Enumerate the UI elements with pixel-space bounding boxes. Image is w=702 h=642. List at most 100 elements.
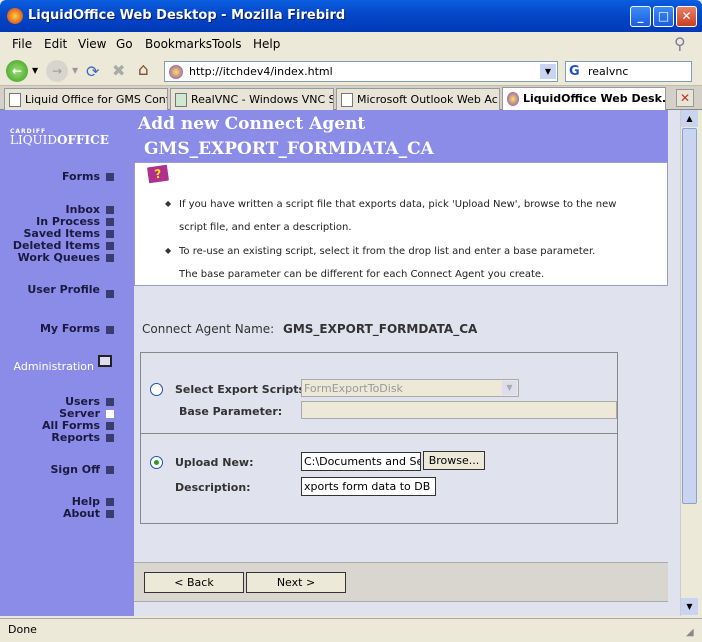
menu-tools[interactable]: Tools: [212, 37, 242, 51]
page-title: Add new Connect Agent: [138, 114, 366, 134]
menu-go[interactable]: Go: [116, 37, 133, 51]
saved-items-bullet-icon: [106, 230, 114, 238]
back-arrow-icon[interactable]: ←: [6, 60, 28, 82]
vertical-scrollbar[interactable]: ▲ ▼: [680, 110, 698, 616]
forward-arrow-icon[interactable]: →: [46, 60, 68, 82]
user-profile-bullet-icon: [106, 290, 114, 298]
work-queues-bullet-icon: [106, 254, 114, 262]
all-forms-bullet-icon: [106, 422, 114, 430]
page-subtitle: GMS_EXPORT_FORMDATA_CA: [144, 139, 434, 159]
connect-agent-name-label: Connect Agent Name:: [142, 322, 275, 336]
sidebar-item-administration[interactable]: Administration: [14, 360, 95, 373]
button-bar: < Back Next >: [134, 562, 668, 602]
description-label: Description:: [175, 481, 251, 494]
help-text-line-2: script file, and enter a description.: [179, 222, 352, 233]
throbber-icon: ⚲: [674, 34, 686, 53]
sidebar-item-user-profile[interactable]: User Profile: [27, 283, 100, 296]
select-export-scripts-radio[interactable]: [150, 383, 163, 396]
status-bar: Done ◢: [0, 618, 702, 642]
help-box: ? ◆ If you have written a script file th…: [134, 162, 668, 286]
main-panel: Add new Connect Agent GMS_EXPORT_FORMDAT…: [134, 110, 680, 616]
group-divider: [141, 433, 617, 434]
firebird-app-icon: [7, 8, 23, 24]
select-export-scripts-label: Select Export Scripts:: [175, 383, 310, 396]
minimize-button[interactable]: _: [630, 6, 651, 27]
title-bar: LiquidOffice Web Desktop - Mozilla Fireb…: [0, 0, 702, 32]
reload-icon[interactable]: ⟳: [86, 62, 99, 81]
home-icon[interactable]: ⌂: [138, 60, 149, 80]
sidebar-item-forms[interactable]: Forms: [62, 170, 100, 183]
upload-file-path-input[interactable]: C:\Documents and Setti: [301, 452, 421, 471]
back-dropdown-icon[interactable]: ▼: [32, 66, 38, 75]
base-parameter-field[interactable]: [301, 401, 617, 419]
browse-button[interactable]: Browse...: [423, 451, 485, 470]
forward-dropdown-icon[interactable]: ▼: [72, 66, 78, 75]
deleted-items-bullet-icon: [106, 242, 114, 250]
script-options-group: Select Export Scripts: FormExportToDisk …: [140, 352, 618, 524]
users-bullet-icon: [106, 398, 114, 406]
status-text: Done: [8, 623, 37, 636]
url-dropdown-icon[interactable]: ▼: [540, 64, 556, 79]
page-header: Add new Connect Agent GMS_EXPORT_FORMDAT…: [134, 110, 668, 162]
window-title: LiquidOffice Web Desktop - Mozilla Fireb…: [28, 8, 346, 23]
bullet-icon: ◆: [165, 199, 172, 208]
next-button[interactable]: Next >: [246, 572, 346, 593]
select-dropdown-icon[interactable]: ▼: [502, 381, 517, 395]
vnc-page-icon: [175, 93, 187, 107]
help-bullet-icon: [106, 498, 114, 506]
tab-liquid-office-gms[interactable]: Liquid Office for GMS Conf...: [4, 88, 168, 110]
resize-grip-icon[interactable]: ◢: [686, 627, 694, 638]
site-favicon-icon: [169, 65, 183, 79]
back-button[interactable]: < Back: [144, 572, 244, 593]
maximize-button[interactable]: □: [653, 6, 674, 27]
sidebar-item-work-queues[interactable]: Work Queues: [18, 251, 100, 264]
close-tab-icon[interactable]: ✕: [676, 89, 694, 107]
connect-agent-name-value: GMS_EXPORT_FORMDATA_CA: [283, 322, 478, 336]
liquidoffice-favicon-icon: [507, 92, 519, 106]
base-parameter-label: Base Parameter:: [179, 405, 283, 418]
tab-realvnc[interactable]: RealVNC - Windows VNC S...: [170, 88, 334, 110]
url-text: http://itchdev4/index.html: [189, 65, 333, 78]
about-bullet-icon: [106, 510, 114, 518]
menu-bar: File Edit View Go Bookmarks Tools Help ⚲: [0, 32, 702, 56]
export-scripts-select[interactable]: FormExportToDisk ▼: [301, 379, 519, 397]
scroll-thumb[interactable]: [682, 128, 697, 504]
url-bar[interactable]: http://itchdev4/index.html ▼: [164, 61, 558, 82]
tab-liquidoffice-web-desktop[interactable]: LiquidOffice Web Desk...: [502, 87, 666, 110]
menu-edit[interactable]: Edit: [44, 37, 67, 51]
menu-bookmarks[interactable]: Bookmarks: [145, 37, 212, 51]
web-page-content: CARDIFF LIQUIDOFFICE Forms Inbox In Proc…: [0, 110, 680, 616]
close-button[interactable]: ✕: [676, 6, 697, 27]
page-icon: [9, 93, 21, 107]
menu-help[interactable]: Help: [253, 37, 280, 51]
scroll-down-icon[interactable]: ▼: [681, 598, 698, 615]
menu-file[interactable]: File: [12, 37, 32, 51]
sidebar-item-my-forms[interactable]: My Forms: [40, 322, 100, 335]
reports-bullet-icon: [106, 434, 114, 442]
tab-bar: Liquid Office for GMS Conf... RealVNC - …: [0, 86, 702, 110]
in-process-bullet-icon: [106, 218, 114, 226]
inbox-bullet-icon: [106, 206, 114, 214]
bullet-icon: ◆: [165, 246, 172, 255]
search-text: realvnc: [588, 65, 629, 78]
computer-icon: [98, 355, 112, 367]
google-search-icon: G: [569, 64, 580, 79]
sidebar-item-reports[interactable]: Reports: [51, 431, 100, 444]
help-text-line-3: To re-use an existing script, select it …: [179, 246, 596, 257]
upload-new-radio[interactable]: [150, 456, 163, 469]
sidebar: CARDIFF LIQUIDOFFICE Forms Inbox In Proc…: [0, 110, 134, 616]
menu-view[interactable]: View: [78, 37, 106, 51]
stop-icon[interactable]: ✖: [112, 61, 125, 80]
scroll-up-icon[interactable]: ▲: [681, 110, 698, 127]
upload-new-label: Upload New:: [175, 456, 254, 469]
sidebar-item-sign-off[interactable]: Sign Off: [51, 463, 101, 476]
tab-outlook-web[interactable]: Microsoft Outlook Web Ac...: [336, 88, 500, 110]
page-icon: [341, 93, 353, 107]
liquidoffice-logo: CARDIFF LIQUIDOFFICE: [10, 128, 109, 147]
forms-bullet-icon: [106, 173, 114, 181]
search-input[interactable]: G realvnc: [565, 61, 692, 82]
description-input[interactable]: xports form data to DB: [301, 477, 436, 496]
my-forms-bullet-icon: [106, 326, 114, 334]
sidebar-item-about[interactable]: About: [63, 507, 100, 520]
server-bullet-icon: [106, 410, 114, 418]
